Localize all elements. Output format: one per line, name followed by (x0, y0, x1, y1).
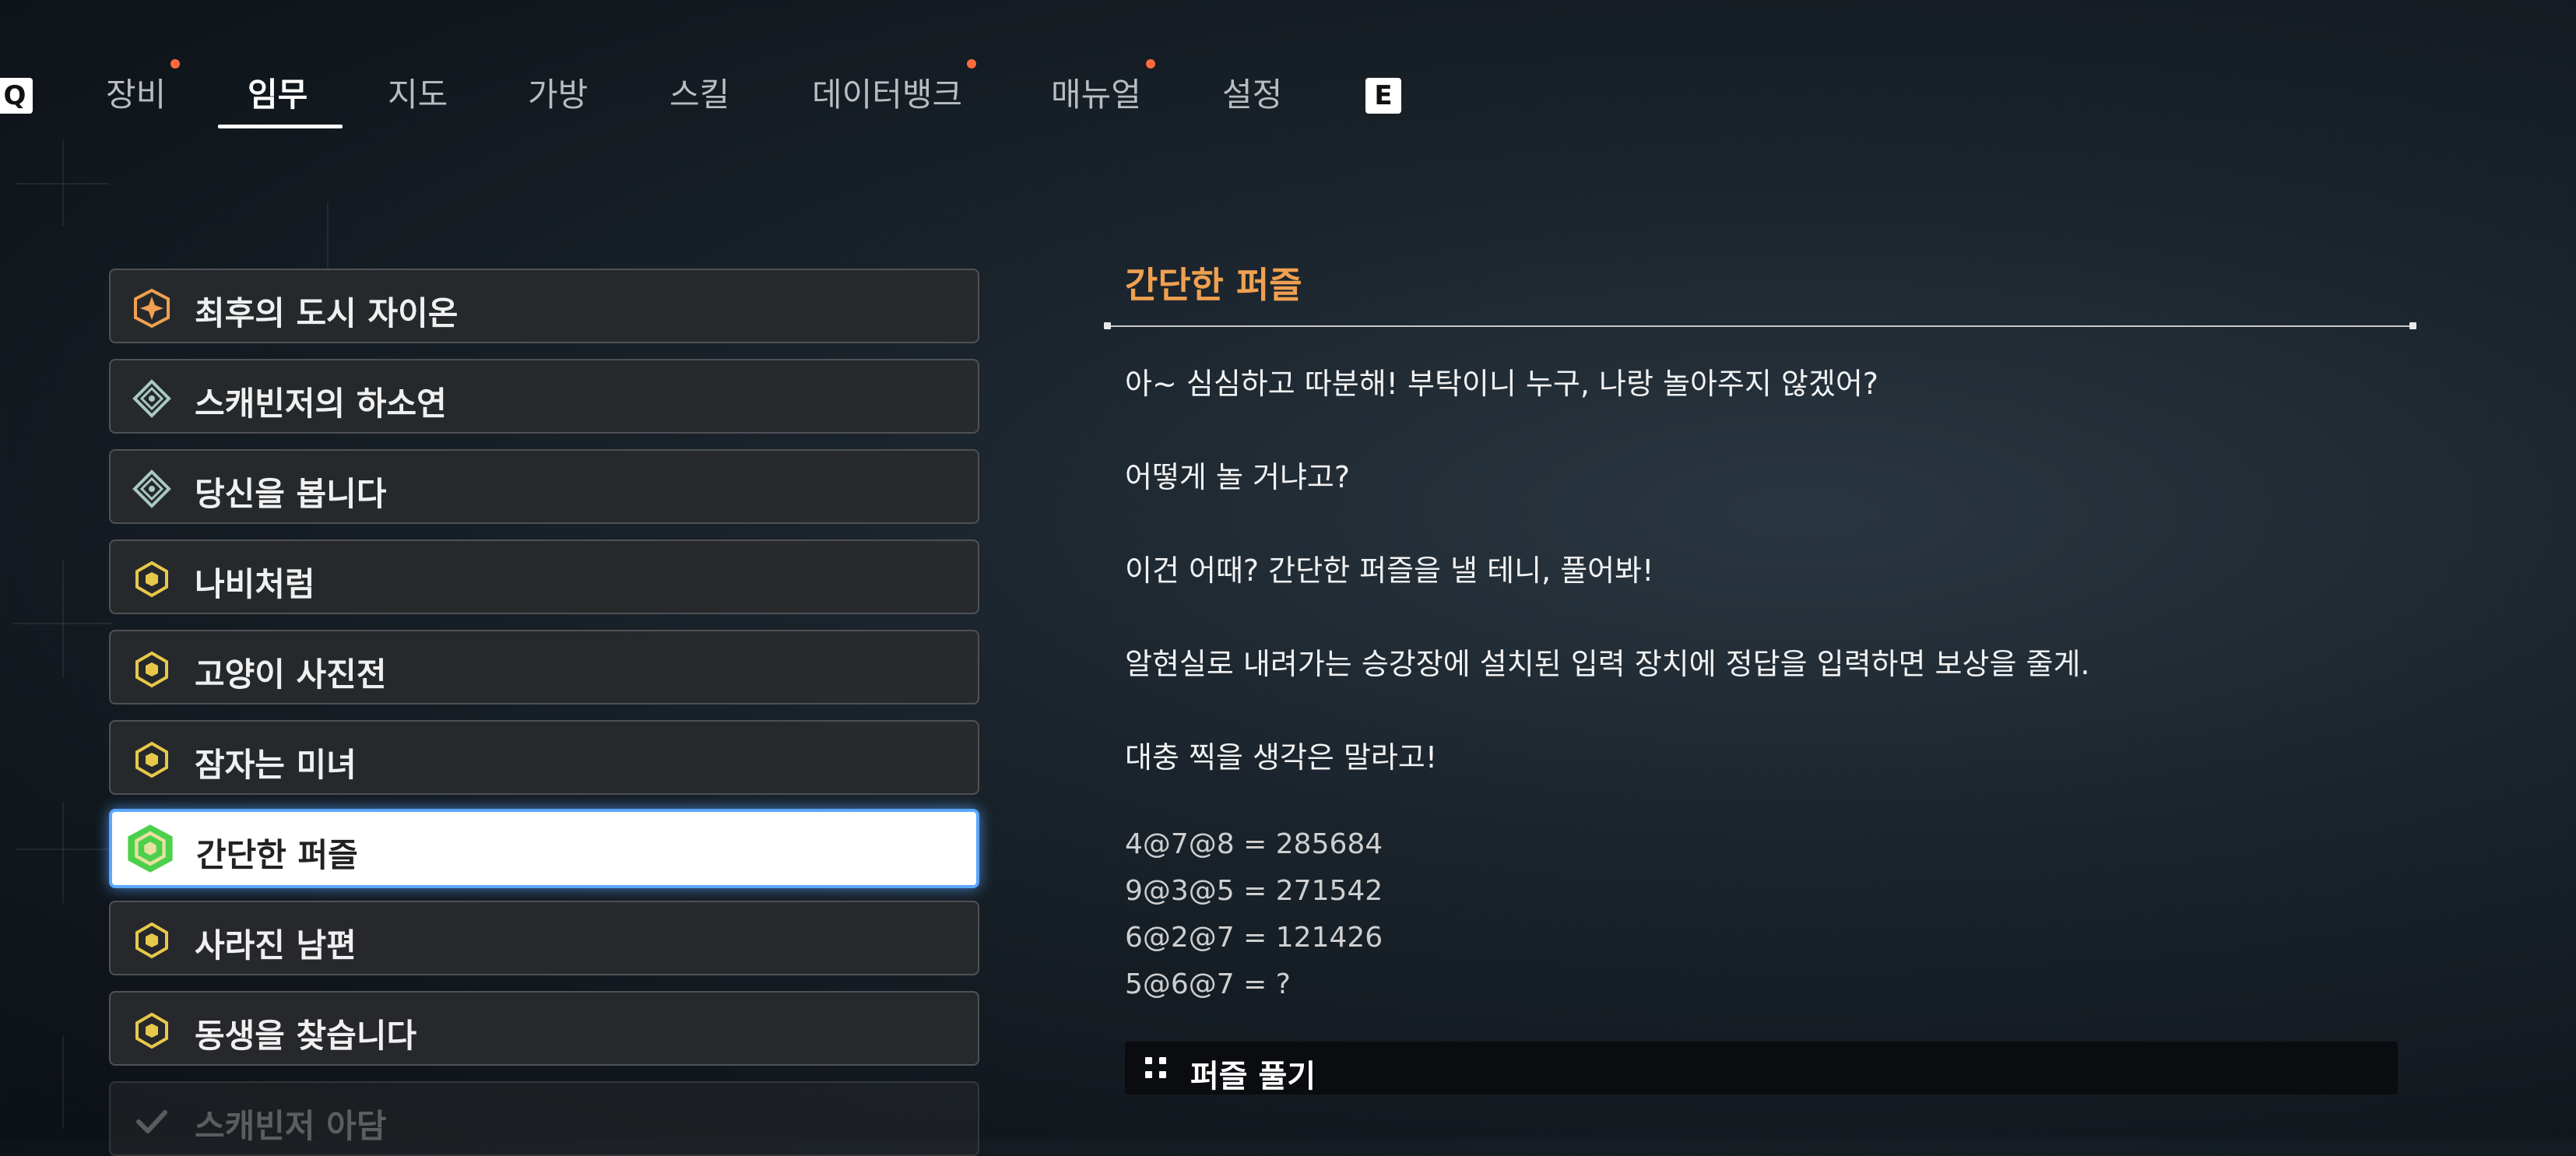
dialog-line: 대충 찍을 생각은 말라고! (1125, 740, 1438, 775)
puzzle-equation: 5@6@7 = ? (1125, 968, 1291, 1000)
quest-label: 사라진 남편 (195, 926, 357, 965)
checkmark-icon (136, 1110, 167, 1133)
tab-label: 가방 (528, 76, 589, 114)
quest-item[interactable]: 잠자는 미녀 (109, 720, 979, 795)
prev-tab-key-hint[interactable]: Q (0, 78, 33, 114)
tab-label: 지도 (388, 76, 448, 114)
hexagon-icon (135, 651, 168, 688)
tab-bag[interactable]: 가방 (528, 69, 588, 116)
notification-dot-icon (1145, 59, 1155, 69)
quest-label: 스캐빈저의 하소연 (195, 385, 447, 423)
main-quest-star-icon (134, 289, 170, 328)
tab-missions[interactable]: 임무 (248, 69, 308, 116)
quest-detail-title: 간단한 퍼즐 (1125, 264, 1302, 306)
notification-dot-icon (967, 59, 977, 69)
tab-label: 설정 (1222, 76, 1283, 114)
puzzle-equation: 4@7@8 = 285684 (1125, 828, 1383, 860)
quest-label: 잠자는 미녀 (195, 746, 357, 784)
decor-line (327, 202, 329, 272)
quest-label: 스캐빈저 아담 (195, 1107, 387, 1145)
dialog-line: 이건 어때? 간단한 퍼즐을 낼 테니, 풀어봐! (1125, 553, 1654, 588)
quest-item-completed[interactable]: 스캐빈저 아담 (109, 1081, 979, 1156)
title-divider (1104, 322, 2416, 329)
quest-label: 당신을 봅니다 (195, 475, 387, 513)
tab-skills[interactable]: 스킬 (669, 69, 729, 116)
dialog-line: 알현실로 내려가는 승강장에 설치된 입력 장치에 정답을 입력하면 보상을 줄… (1125, 647, 2090, 681)
decor-line (16, 849, 109, 850)
tab-databank[interactable]: 데이터뱅크 (812, 59, 977, 116)
quest-item[interactable]: 스캐빈저의 하소연 (109, 359, 979, 434)
solve-puzzle-label: 퍼즐 풀기 (1190, 1059, 1316, 1095)
decor-line (62, 560, 64, 677)
solve-puzzle-button[interactable]: 퍼즐 풀기 (1125, 1042, 2398, 1095)
grip-dots-icon (1145, 1057, 1167, 1079)
quest-label: 최후의 도시 자이온 (195, 294, 459, 332)
active-tab-underline (218, 125, 343, 128)
tab-label: 임무 (248, 76, 308, 114)
tab-label: 장비 (106, 76, 167, 114)
hexagon-icon (135, 922, 168, 959)
tab-label: 스킬 (669, 76, 730, 114)
quest-label: 고양이 사진전 (195, 655, 387, 694)
emblem-icon (132, 379, 171, 418)
emblem-icon (132, 469, 171, 508)
quest-item[interactable]: 최후의 도시 자이온 (109, 269, 979, 343)
decor-line (12, 623, 113, 624)
tab-map[interactable]: 지도 (388, 69, 448, 116)
tab-label: 매뉴얼 (1051, 76, 1141, 114)
dialog-line: 어떻게 놀 거냐고? (1125, 460, 1351, 494)
puzzle-equation: 6@2@7 = 121426 (1125, 922, 1383, 954)
hexagon-icon (135, 741, 168, 778)
decor-line (62, 1035, 64, 1129)
dialog-line: 아~ 심심하고 따분해! 부탁이니 누구, 나랑 놀아주지 않겠어? (1125, 367, 1878, 401)
quest-item[interactable]: 당신을 봅니다 (109, 449, 979, 524)
hexagon-icon (135, 560, 168, 598)
quest-item[interactable]: 사라진 남편 (109, 901, 979, 975)
tab-manual[interactable]: 매뉴얼 (1051, 59, 1155, 116)
quest-item[interactable]: 고양이 사진전 (109, 630, 979, 704)
quest-label: 간단한 퍼즐 (196, 836, 358, 874)
notification-dot-icon (170, 59, 181, 69)
decor-line (62, 802, 64, 903)
tab-label: 데이터뱅크 (812, 76, 963, 114)
next-tab-key-hint[interactable]: E (1365, 78, 1401, 114)
quest-item[interactable]: 동생을 찾습니다 (109, 991, 979, 1066)
hexagon-icon (128, 824, 173, 873)
quest-label: 나비처럼 (195, 565, 315, 603)
hexagon-icon (135, 1012, 168, 1049)
decor-line (16, 183, 109, 184)
tab-settings[interactable]: 설정 (1222, 69, 1282, 116)
puzzle-equation: 9@3@5 = 271542 (1125, 875, 1383, 907)
quest-item[interactable]: 나비처럼 (109, 539, 979, 614)
quest-label: 동생을 찾습니다 (195, 1017, 417, 1055)
quest-item-selected[interactable]: 간단한 퍼즐 (109, 809, 979, 888)
tab-equipment[interactable]: 장비 (106, 59, 181, 116)
